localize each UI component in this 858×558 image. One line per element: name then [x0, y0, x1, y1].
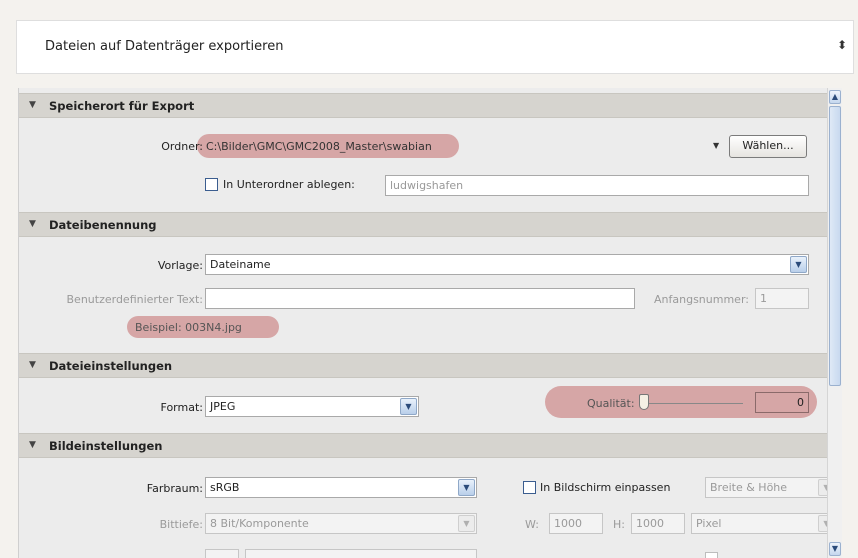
- triangle-down-icon[interactable]: ▼: [29, 360, 36, 370]
- choose-folder-button[interactable]: Wählen...: [729, 135, 807, 158]
- height-input[interactable]: 1000: [631, 513, 685, 534]
- fit-screen-checkbox[interactable]: [523, 481, 536, 494]
- export-type-selector[interactable]: Dateien auf Datenträger exportieren ⬍: [16, 20, 854, 74]
- export-type-title: Dateien auf Datenträger exportieren: [45, 39, 284, 54]
- start-number-input[interactable]: 1: [755, 288, 809, 309]
- format-label: Format:: [160, 401, 203, 414]
- template-select[interactable]: Dateiname ▼: [205, 254, 809, 275]
- scroll-thumb[interactable]: [829, 106, 841, 386]
- naming-example: Beispiel: 003N4.jpg: [135, 321, 242, 334]
- colorspace-value: sRGB: [210, 481, 240, 494]
- start-number-label: Anfangsnummer:: [654, 293, 749, 306]
- fit-mode-value: Breite & Höhe: [710, 481, 788, 494]
- scroll-up-icon[interactable]: ▲: [829, 90, 841, 104]
- height-label: H:: [613, 518, 625, 531]
- subfolder-input[interactable]: ludwigshafen: [385, 175, 809, 196]
- enlarge-checkbox[interactable]: [705, 552, 718, 558]
- up-down-arrows-icon[interactable]: ⬍: [837, 38, 847, 52]
- template-value: Dateiname: [210, 258, 271, 271]
- bitdepth-select[interactable]: 8 Bit/Komponente ▼: [205, 513, 477, 534]
- export-settings-panel: ▼ Speicherort für Export Ordner: C:\Bild…: [18, 88, 842, 558]
- section-header-naming[interactable]: ▼ Dateibenennung: [19, 212, 842, 237]
- quality-label: Qualität:: [587, 397, 635, 410]
- width-input[interactable]: 1000: [549, 513, 603, 534]
- section-title-image-settings: Bildeinstellungen: [49, 439, 163, 453]
- section-header-image-settings[interactable]: ▼ Bildeinstellungen: [19, 433, 842, 458]
- section-title-location: Speicherort für Export: [49, 99, 195, 113]
- fit-screen-label: In Bildschirm einpassen: [540, 481, 671, 494]
- bitdepth-value: 8 Bit/Komponente: [210, 517, 309, 530]
- section-title-file-settings: Dateieinstellungen: [49, 359, 173, 373]
- format-value: JPEG: [210, 400, 236, 413]
- subfolder-checkbox[interactable]: [205, 178, 218, 191]
- format-select[interactable]: JPEG ▼: [205, 396, 419, 417]
- chevron-down-icon[interactable]: ▼: [400, 398, 417, 415]
- scroll-down-icon[interactable]: ▼: [829, 542, 841, 556]
- folder-label: Ordner:: [161, 140, 203, 153]
- section-header-location[interactable]: ▼ Speicherort für Export: [19, 93, 842, 118]
- section-header-file-settings[interactable]: ▼ Dateieinstellungen: [19, 353, 842, 378]
- chevron-down-icon[interactable]: ▼: [458, 515, 475, 532]
- chevron-down-icon[interactable]: ▼: [458, 479, 475, 496]
- folder-path[interactable]: C:\Bilder\GMC\GMC2008_Master\swabian: [206, 140, 432, 153]
- template-label: Vorlage:: [157, 259, 203, 272]
- triangle-down-icon[interactable]: ▼: [29, 440, 36, 450]
- colorspace-select[interactable]: sRGB ▼: [205, 477, 477, 498]
- custom-text-input[interactable]: [205, 288, 635, 309]
- chevron-down-icon[interactable]: ▼: [790, 256, 807, 273]
- bitdepth-label: Bittiefe:: [159, 518, 203, 531]
- triangle-down-icon[interactable]: ▼: [29, 100, 36, 110]
- unit-select[interactable]: Pixel ▼: [691, 513, 837, 534]
- folder-dropdown-icon[interactable]: ▼: [713, 141, 719, 150]
- panel-scrollbar[interactable]: ▲ ▼: [827, 88, 842, 558]
- resolution-input[interactable]: [205, 549, 239, 558]
- quality-input[interactable]: 0: [755, 392, 809, 413]
- quality-slider-track[interactable]: [643, 403, 743, 404]
- colorspace-label: Farbraum:: [146, 482, 203, 495]
- unit-value: Pixel: [696, 517, 722, 530]
- quality-slider-thumb[interactable]: [639, 394, 649, 410]
- subfolder-label: In Unterordner ablegen:: [223, 178, 355, 191]
- resolution-unit-select[interactable]: [245, 549, 477, 558]
- custom-text-label: Benutzerdefinierter Text:: [66, 293, 204, 306]
- fit-mode-select[interactable]: Breite & Höhe ▼: [705, 477, 837, 498]
- width-label: W:: [525, 518, 539, 531]
- section-title-naming: Dateibenennung: [49, 218, 157, 232]
- triangle-down-icon[interactable]: ▼: [29, 219, 36, 229]
